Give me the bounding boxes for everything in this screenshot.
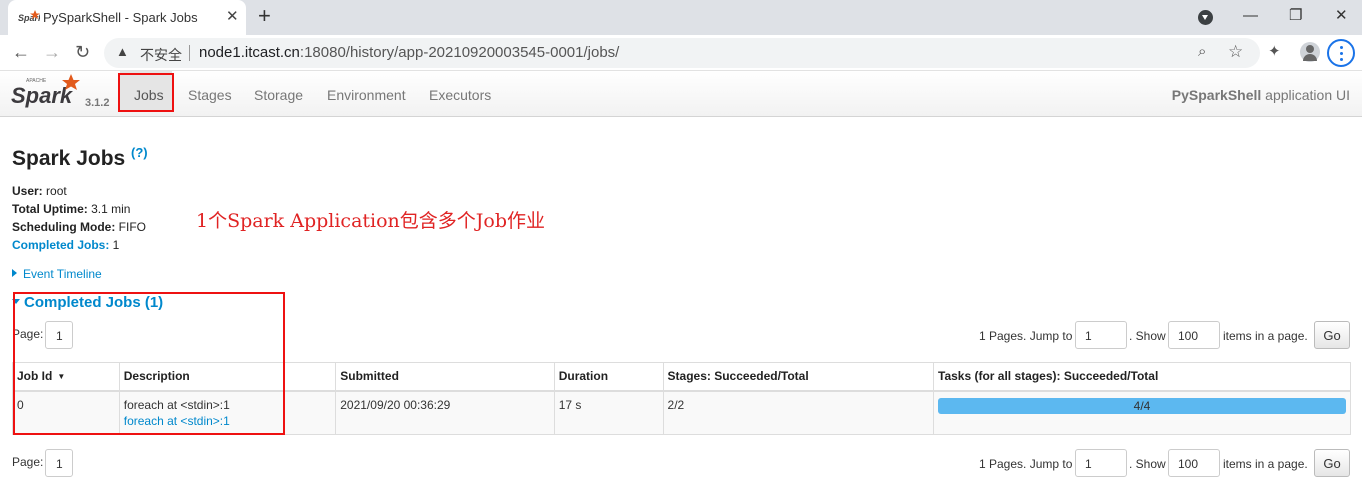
warning-icon[interactable]: ▲ [116, 44, 129, 59]
divider [189, 45, 190, 61]
page-label-bottom: Page: [12, 455, 44, 469]
highlight-completed-jobs [13, 292, 285, 435]
back-icon[interactable]: ← [12, 41, 30, 63]
tab-title: PySparkShell - Spark Jobs [43, 10, 198, 25]
summary-user: User: root [12, 184, 67, 198]
pages-jump-text: 1 Pages. Jump to [979, 329, 1073, 343]
items-per-page-text-bottom: items in a page. [1223, 457, 1308, 471]
nav-tab-stages[interactable]: Stages [188, 87, 232, 103]
tasks-progress-bar: 4/4 [938, 397, 1346, 414]
nav-tab-storage[interactable]: Storage [254, 87, 303, 103]
forward-icon[interactable]: → [43, 41, 61, 63]
close-window-icon[interactable]: ✕ [1335, 6, 1348, 26]
insecure-label[interactable]: 不安全 [140, 45, 182, 65]
page-size-input-bottom[interactable]: 100 [1168, 449, 1220, 477]
annotation-text: 1个Spark Application包含多个Job作业 [196, 210, 546, 232]
summary-scheduling-mode: Scheduling Mode: FIFO [12, 220, 147, 234]
header-submitted[interactable]: Submitted [335, 362, 555, 392]
browser-tab[interactable]: Spark PySparkShell - Spark Jobs ✕ [8, 0, 246, 35]
jump-to-input-bottom[interactable]: 1 [1075, 449, 1127, 477]
tasks-progress-text: 4/4 [1133, 398, 1151, 413]
browser-menu-icon[interactable] [1327, 39, 1355, 67]
page-number-bottom[interactable]: 1 [45, 449, 73, 477]
event-timeline-label: Event Timeline [23, 267, 102, 281]
nav-tab-executors[interactable]: Executors [429, 87, 491, 103]
go-button[interactable]: Go [1314, 321, 1350, 349]
application-name: PySparkShell application UI [1171, 87, 1350, 103]
highlight-jobs-tab [118, 73, 174, 112]
restore-icon[interactable]: ❐ [1289, 6, 1302, 26]
minimize-icon[interactable]: — [1243, 6, 1258, 26]
svg-text:Spark: Spark [11, 83, 74, 108]
header-tasks[interactable]: Tasks (for all stages): Succeeded/Total [933, 362, 1351, 392]
header-stages[interactable]: Stages: Succeeded/Total [662, 362, 935, 392]
zoom-icon[interactable]: ⌕ [1198, 43, 1206, 60]
cell-tasks: 4/4 [933, 390, 1351, 435]
event-timeline-toggle[interactable]: Event Timeline [12, 267, 102, 281]
browser-toolbar: ← → ↻ ▲ 不安全 node1.itcast.cn:18080/histor… [0, 35, 1362, 71]
page-title: Spark Jobs [12, 147, 126, 170]
tab-close-icon[interactable]: ✕ [226, 8, 239, 26]
profile-avatar-icon[interactable] [1300, 42, 1320, 62]
spark-version: 3.1.2 [85, 97, 110, 109]
help-link[interactable]: (?) [131, 145, 148, 160]
jump-to-input[interactable]: 1 [1075, 321, 1127, 349]
show-text: . Show [1129, 329, 1166, 343]
items-per-page-text: items in a page. [1223, 329, 1308, 343]
spark-navbar: APACHE Spark 3.1.2 Jobs Stages Storage E… [0, 71, 1362, 117]
new-tab-icon[interactable]: + [258, 4, 271, 28]
page-size-input[interactable]: 100 [1168, 321, 1220, 349]
go-button-bottom[interactable]: Go [1314, 449, 1350, 477]
header-duration[interactable]: Duration [553, 362, 664, 392]
expand-triangle-icon [12, 269, 17, 277]
show-text-bottom: . Show [1129, 457, 1166, 471]
tab-search-icon[interactable] [1198, 10, 1213, 25]
cell-duration: 17 s [553, 390, 664, 435]
cell-submitted: 2021/09/20 00:36:29 [335, 390, 555, 435]
spark-favicon-icon: Spark [18, 10, 40, 23]
browser-tab-strip: Spark PySparkShell - Spark Jobs ✕ + — ❐ … [0, 0, 1362, 35]
address-bar[interactable]: ▲ 不安全 node1.itcast.cn:18080/history/app-… [104, 38, 1260, 68]
nav-tab-environment[interactable]: Environment [327, 87, 406, 103]
bookmark-star-icon[interactable]: ☆ [1228, 42, 1243, 62]
extensions-icon[interactable]: ✦ [1268, 42, 1281, 60]
cell-stages: 2/2 [662, 390, 935, 435]
spark-logo[interactable]: APACHE Spark [10, 73, 82, 113]
reload-icon[interactable]: ↻ [75, 41, 90, 63]
job-summary: User: root Total Uptime: 3.1 min Schedul… [12, 182, 146, 254]
pages-jump-text-bottom: 1 Pages. Jump to [979, 457, 1073, 471]
summary-completed-jobs[interactable]: Completed Jobs: 1 [12, 236, 146, 254]
summary-uptime: Total Uptime: 3.1 min [12, 202, 131, 216]
url-text[interactable]: node1.itcast.cn:18080/history/app-202109… [199, 44, 619, 61]
